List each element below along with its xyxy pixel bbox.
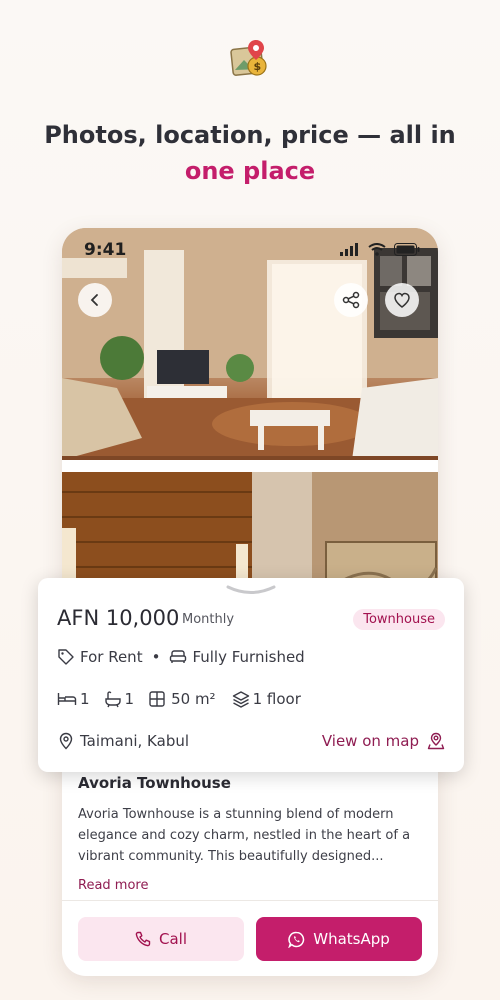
listing-price: AFN 10,000 (57, 606, 180, 630)
area: 50 m² (171, 690, 216, 708)
chevron-left-icon (90, 294, 98, 306)
share-button[interactable] (334, 283, 368, 317)
favorite-button[interactable] (385, 283, 419, 317)
separator-dot: • (151, 648, 161, 666)
description-text: Avoria Townhouse is a stunning blend of … (78, 807, 411, 864)
offer-row: For Rent • Fully Furnished (57, 648, 305, 666)
svg-text:$: $ (254, 60, 262, 73)
wifi-icon (368, 243, 386, 256)
signal-icon (340, 243, 358, 256)
headline: Photos, location, price — all in one pla… (0, 117, 500, 189)
card-handle-chevron-icon[interactable] (226, 584, 276, 598)
battery-icon (394, 243, 420, 256)
features-row: 1 1 50 m² 1 floor (57, 690, 301, 708)
status-time: 9:41 (84, 240, 127, 260)
view-on-map-label: View on map (321, 732, 419, 750)
view-on-map-link[interactable]: View on map (322, 732, 445, 750)
headline-accent: one place (184, 157, 316, 185)
divider (62, 900, 438, 901)
call-button[interactable]: Call (78, 917, 244, 961)
back-button[interactable] (78, 283, 112, 317)
floor-count: 1 floor (252, 690, 301, 708)
map-pin-price-icon: $ (230, 38, 272, 82)
heart-icon (394, 292, 410, 308)
offer-type: For Rent (80, 648, 143, 666)
bath-icon (104, 691, 121, 708)
headline-line-1: Photos, location, price — all in (44, 121, 456, 149)
read-more-link[interactable]: Read more (78, 878, 148, 893)
map-person-icon (427, 732, 445, 750)
bed-count: 1 (80, 690, 90, 708)
phone-icon (135, 931, 151, 947)
call-label: Call (158, 930, 187, 948)
location-pin-icon (59, 732, 73, 750)
sofa-icon (170, 650, 187, 663)
price-period: Monthly (182, 612, 235, 627)
status-icons (340, 243, 420, 256)
share-icon (342, 291, 360, 309)
property-photo-living-room[interactable]: 9:41 (62, 228, 438, 460)
bed-icon (57, 693, 77, 705)
whatsapp-icon (288, 931, 305, 948)
furnishing: Fully Furnished (192, 648, 305, 666)
whatsapp-button[interactable]: WhatsApp (256, 917, 422, 961)
description-title: Avoria Townhouse (78, 774, 231, 792)
layers-icon (232, 691, 249, 708)
area-icon (149, 691, 165, 707)
property-type-badge: Townhouse (353, 609, 445, 630)
location-text: Taimani, Kabul (80, 732, 190, 750)
location-row: Taimani, Kabul (57, 732, 189, 750)
whatsapp-label: WhatsApp (313, 930, 390, 948)
tag-icon (58, 649, 74, 665)
bath-count: 1 (124, 690, 135, 708)
listing-info-card: AFN 10,000 Monthly Townhouse For Rent • … (38, 578, 464, 772)
